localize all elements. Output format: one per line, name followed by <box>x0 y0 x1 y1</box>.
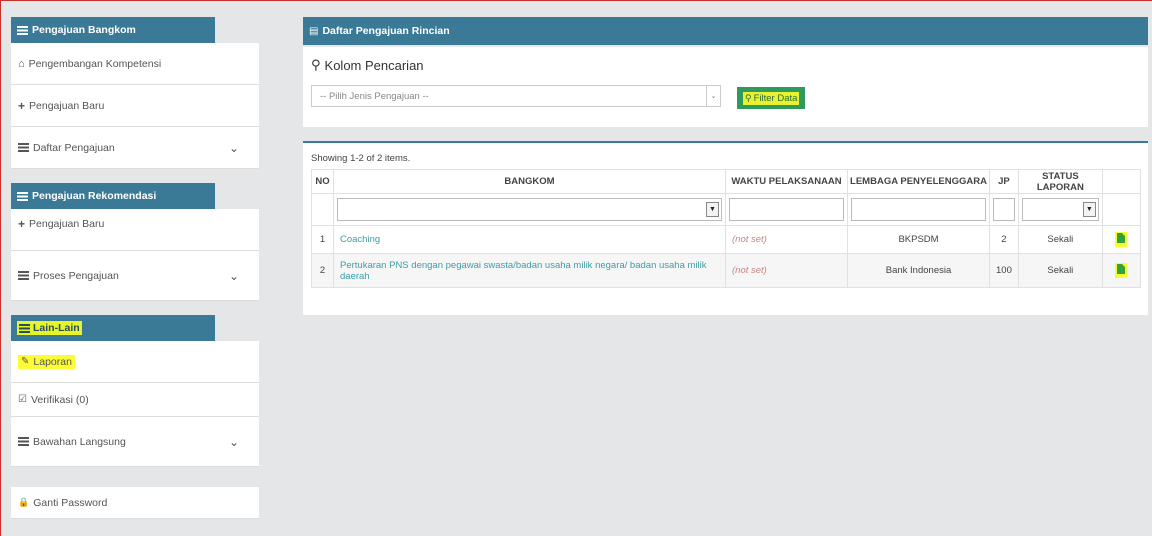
report-file-button[interactable] <box>1115 232 1128 247</box>
edit-icon: ✎ <box>21 356 30 367</box>
jp-filter-input[interactable] <box>993 198 1015 221</box>
column-header-lembaga[interactable]: LEMBAGA PENYELENGGARA <box>847 169 990 194</box>
results-panel: Showing 1-2 of 2 items. NO BANGKOM WAKTU… <box>303 141 1148 315</box>
chevron-down-icon[interactable]: ⌄ <box>229 435 239 449</box>
search-icon: ⚲ <box>745 92 752 103</box>
search-panel: ⚲ Kolom Pencarian -- Pilih Jenis Pengaju… <box>303 47 1148 127</box>
chevron-down-icon: ⌄ <box>706 86 720 106</box>
report-file-button[interactable] <box>1115 263 1128 278</box>
list-icon <box>18 143 29 152</box>
results-summary: Showing 1-2 of 2 items. <box>311 153 411 164</box>
table-row: 1 Coaching (not set) BKPSDM 2 Sekali <box>311 225 1142 254</box>
sidebar-item-verifikasi[interactable]: ☑ Verifikasi (0) <box>11 383 259 417</box>
chevron-down-icon[interactable]: ⌄ <box>229 141 239 155</box>
waktu-filter-input[interactable] <box>729 198 844 221</box>
sidebar-item-laporan[interactable]: ✎ Laporan <box>11 341 259 383</box>
sidebar-item-ganti-password[interactable]: 🔒 Ganti Password <box>11 487 259 519</box>
table-row: 2 Pertukaran PNS dengan pegawai swasta/b… <box>311 253 1142 288</box>
panel-header: ▤ Daftar Pengajuan Rincian <box>303 17 1148 45</box>
sidebar: Pengajuan Bangkom ⌂ Pengembangan Kompete… <box>11 17 259 519</box>
column-header-actions <box>1101 169 1142 194</box>
plus-icon: + <box>18 98 26 113</box>
lembaga-filter-input[interactable] <box>851 198 986 221</box>
sidebar-item-pengajuan-baru-rekomendasi[interactable]: + Pengajuan Baru <box>11 209 259 251</box>
caret-down-icon: ▼ <box>1082 202 1096 217</box>
column-header-jp[interactable]: JP <box>989 169 1019 194</box>
column-header-status[interactable]: STATUS LAPORAN <box>1017 169 1103 194</box>
jenis-pengajuan-select[interactable]: -- Pilih Jenis Pengajuan -- ⌄ <box>311 85 721 107</box>
filter-data-button[interactable]: ⚲ Filter Data <box>737 87 806 109</box>
sidebar-item-proses-pengajuan[interactable]: Proses Pengajuan ⌄ <box>11 251 259 301</box>
search-icon: ⚲ <box>311 57 321 72</box>
book-icon: ▤ <box>309 25 319 37</box>
sidebar-item-pengajuan-baru[interactable]: + Pengajuan Baru <box>11 85 259 127</box>
results-table: NO BANGKOM WAKTU PELAKSANAAN LEMBAGA PEN… <box>311 169 1142 288</box>
list-icon <box>19 323 30 333</box>
section-header-pengajuan-rekomendasi: Pengajuan Rekomendasi <box>11 183 215 209</box>
file-icon <box>1117 264 1126 274</box>
caret-down-icon: ▼ <box>706 202 719 217</box>
bangkom-filter-select[interactable]: ▼ <box>337 198 722 221</box>
sidebar-item-pengembangan-kompetensi[interactable]: ⌂ Pengembangan Kompetensi <box>11 43 259 85</box>
chevron-down-icon[interactable]: ⌄ <box>229 269 239 283</box>
sidebar-item-daftar-pengajuan[interactable]: Daftar Pengajuan ⌄ <box>11 127 259 169</box>
bangkom-link[interactable]: Pertukaran PNS dengan pegawai swasta/bad… <box>340 260 707 282</box>
list-icon <box>18 437 29 446</box>
file-icon <box>1117 233 1126 243</box>
list-icon <box>18 271 29 280</box>
status-filter-select[interactable]: ▼ <box>1021 198 1099 221</box>
section-header-pengajuan-bangkom: Pengajuan Bangkom <box>11 17 215 43</box>
column-header-waktu[interactable]: WAKTU PELAKSANAAN <box>725 169 848 194</box>
list-icon <box>17 25 28 35</box>
verifikasi-count-badge: (0) <box>75 393 89 406</box>
home-icon: ⌂ <box>18 57 25 70</box>
section-header-lain-lain: Lain-Lain <box>11 315 215 341</box>
panel-title: Daftar Pengajuan Rincian <box>322 25 450 37</box>
column-header-bangkom[interactable]: BANGKOM <box>333 169 726 194</box>
lock-icon: 🔒 <box>18 497 30 507</box>
sidebar-item-bawahan-langsung[interactable]: Bawahan Langsung ⌄ <box>11 417 259 467</box>
filter-row: ▼ ▼ <box>311 193 1142 226</box>
search-title: ⚲ Kolom Pencarian <box>311 57 424 73</box>
list-icon <box>17 191 28 201</box>
bangkom-link[interactable]: Coaching <box>340 234 380 245</box>
column-header-no: NO <box>311 169 334 194</box>
check-square-icon: ☑ <box>18 394 27 405</box>
plus-icon: + <box>18 217 26 231</box>
